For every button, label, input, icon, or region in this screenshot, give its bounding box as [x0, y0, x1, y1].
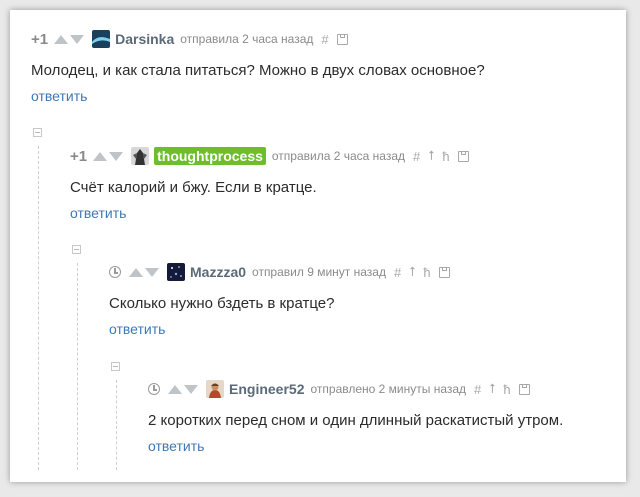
author-name[interactable]: Darsinka [115, 31, 174, 47]
comment-text: Счёт калорий и бжу. Если в кратце. [70, 179, 317, 196]
avatar[interactable] [131, 147, 150, 165]
comment-time: отправила 2 часа назад [271, 149, 406, 163]
vote-up-icon[interactable] [168, 384, 182, 394]
vote-down-icon[interactable] [109, 151, 124, 161]
save-icon[interactable] [438, 266, 450, 278]
comment-time: отправила 2 часа назад [180, 32, 314, 46]
clock-icon [109, 266, 121, 278]
hash-link-icon[interactable]: # [321, 32, 328, 47]
thread-line [77, 263, 78, 470]
vote-up-icon[interactable] [93, 151, 108, 161]
save-icon[interactable] [457, 150, 469, 162]
comment-header: +1 Darsinka отправила 2 часа назад # [31, 28, 348, 50]
author-name[interactable]: Mazzza0 [190, 264, 246, 280]
comment-text: 2 коротких перед сном и один длинный рас… [148, 412, 564, 429]
parent-comment-icon[interactable]: ⭡ [489, 381, 495, 397]
reply-link[interactable]: ответить [70, 205, 126, 221]
avatar[interactable] [92, 30, 111, 48]
thread-line [38, 146, 39, 470]
hash-link-icon[interactable]: # [474, 382, 481, 397]
reply-link[interactable]: ответить [109, 321, 165, 337]
thread-line [116, 380, 117, 470]
reply-link[interactable]: ответить [148, 438, 204, 454]
collapse-toggle[interactable] [72, 245, 81, 254]
author-name[interactable]: thoughtprocess [154, 147, 266, 165]
collapse-toggle[interactable] [33, 128, 42, 137]
vote-up-icon[interactable] [54, 34, 69, 44]
comments-card: +1 Darsinka отправила 2 часа назад # Мол… [10, 10, 626, 482]
comment-rating: +1 [31, 30, 49, 48]
hash-link-icon[interactable]: # [394, 265, 401, 280]
author-name[interactable]: Engineer52 [229, 381, 304, 397]
save-icon[interactable] [518, 383, 530, 395]
comment-header: +1 thoughtprocess отправила 2 часа назад… [70, 145, 469, 167]
parent-comment-icon[interactable]: ⭡ [409, 264, 415, 280]
avatar[interactable] [167, 263, 185, 281]
hash-link-icon[interactable]: # [413, 149, 420, 164]
reply-link[interactable]: ответить [31, 88, 87, 104]
branch-icon[interactable]: ħ [442, 149, 449, 164]
parent-comment-icon[interactable]: ⭡ [428, 148, 434, 164]
comment-time: отправил 9 минут назад [252, 265, 386, 279]
comment-time: отправлено 2 минуты назад [310, 382, 467, 396]
comment-text: Молодец, и как стала питаться? Можно в д… [31, 62, 485, 79]
branch-icon[interactable]: ħ [503, 382, 510, 397]
clock-icon [148, 383, 160, 395]
collapse-toggle[interactable] [111, 362, 120, 371]
vote-up-icon[interactable] [129, 267, 143, 277]
comment-rating: +1 [70, 147, 88, 165]
comment-header: Mazzza0 отправил 9 минут назад # ⭡ ħ [109, 261, 450, 283]
comment-header: Engineer52 отправлено 2 минуты назад # ⭡… [148, 378, 530, 400]
vote-down-icon[interactable] [70, 34, 85, 44]
vote-down-icon[interactable] [145, 267, 159, 277]
save-icon[interactable] [336, 33, 348, 45]
branch-icon[interactable]: ħ [423, 265, 430, 280]
avatar[interactable] [206, 380, 224, 398]
vote-down-icon[interactable] [184, 384, 198, 394]
comment-text: Сколько нужно бздеть в кратце? [109, 295, 335, 312]
